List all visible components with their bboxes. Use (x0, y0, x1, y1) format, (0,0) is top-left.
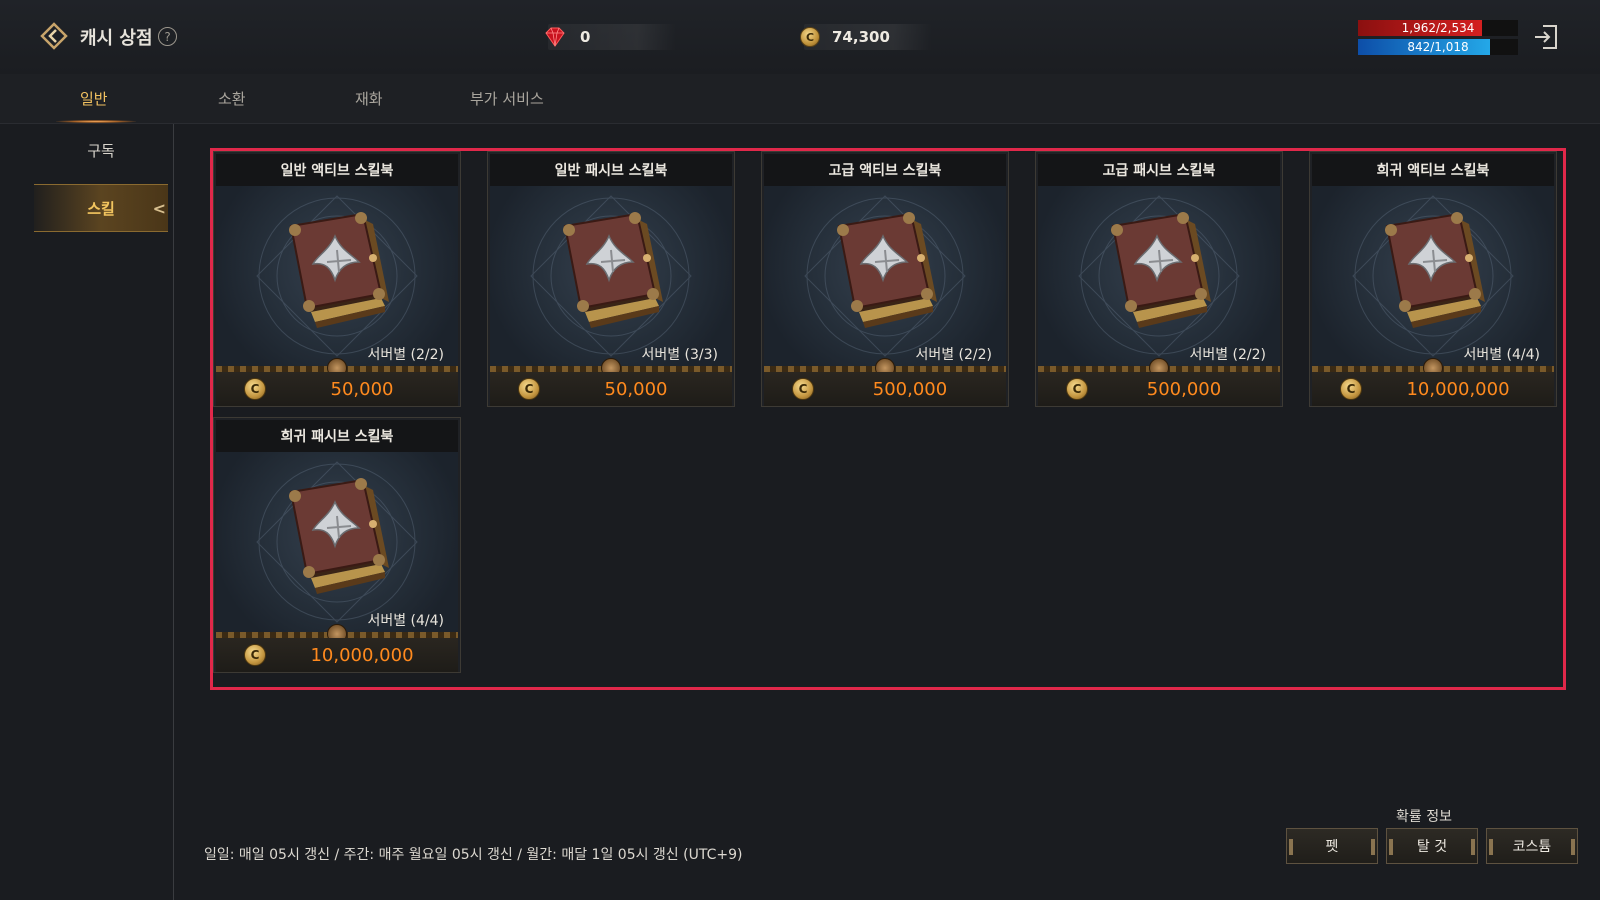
product-card[interactable]: 희귀 패시브 스킬북 서버별 (4/4) C 10,000,000 (213, 417, 461, 673)
help-icon[interactable]: ? (158, 27, 177, 46)
product-title: 희귀 패시브 스킬북 (216, 420, 458, 452)
price-bar: C 500,000 (764, 372, 1006, 406)
product-image: 서버별 (4/4) (216, 452, 458, 632)
skill-book-icon (563, 212, 663, 328)
product-card[interactable]: 고급 패시브 스킬북 서버별 (2/2) C 500,000 (1035, 151, 1283, 407)
product-price: 50,000 (604, 379, 668, 400)
status-bars: 1,962/2,534 842/1,018 (1358, 20, 1518, 58)
tab-general[interactable]: 일반 (80, 88, 108, 109)
top-bar: 캐시 상점 ? 0 C 74,300 1,962/2,534 842/1,018 (0, 0, 1600, 74)
product-grid: 일반 액티브 스킬북 서버별 (2/2) C 50,000 일반 패시브 스킬북… (210, 148, 1566, 690)
price-bar: C 500,000 (1038, 372, 1280, 406)
product-image: 서버별 (2/2) (216, 186, 458, 366)
purchase-limit: 서버별 (3/3) (641, 347, 718, 363)
purchase-limit: 서버별 (2/2) (367, 347, 444, 363)
sidebar: 구독 스킬 < (0, 124, 174, 900)
skill-book-icon (289, 478, 389, 594)
exit-button[interactable] (1531, 22, 1561, 52)
sidebar-item-skill[interactable]: 스킬 < (34, 184, 168, 232)
purchase-limit: 서버별 (2/2) (1189, 347, 1266, 363)
tab-currency[interactable]: 재화 (355, 88, 383, 109)
price-bar: C 10,000,000 (216, 638, 458, 672)
tab-extra-services[interactable]: 부가 서비스 (470, 88, 544, 109)
product-image: 서버별 (2/2) (1038, 186, 1280, 366)
prob-costume-button[interactable]: 코스튬 (1486, 828, 1578, 864)
probability-info-title: 확률 정보 (1396, 809, 1452, 825)
mp-bar: 842/1,018 (1358, 39, 1518, 55)
exit-icon (1535, 25, 1557, 49)
skill-book-icon (837, 212, 937, 328)
gold-currency: C 74,300 (800, 24, 932, 50)
prob-mount-button[interactable]: 탈 것 (1386, 828, 1478, 864)
gold-coin-icon: C (800, 27, 820, 47)
product-title: 희귀 액티브 스킬북 (1312, 154, 1554, 186)
back-button[interactable] (40, 22, 68, 50)
sidebar-item-label: 스킬 (87, 199, 115, 218)
product-title: 고급 액티브 스킬북 (764, 154, 1006, 186)
reset-schedule-note: 일일: 매일 05시 갱신 / 주간: 매주 월요일 05시 갱신 / 월간: … (204, 847, 743, 863)
product-image: 서버별 (3/3) (490, 186, 732, 366)
product-image: 서버별 (4/4) (1312, 186, 1554, 366)
product-price: 50,000 (330, 379, 394, 400)
purchase-limit: 서버별 (4/4) (367, 613, 444, 629)
product-price: 10,000,000 (310, 645, 414, 666)
product-title: 일반 액티브 스킬북 (216, 154, 458, 186)
product-card[interactable]: 희귀 액티브 스킬북 서버별 (4/4) C 10,000,000 (1309, 151, 1557, 407)
hp-bar: 1,962/2,534 (1358, 20, 1518, 36)
product-price: 500,000 (872, 379, 948, 400)
prob-pet-button[interactable]: 펫 (1286, 828, 1378, 864)
gold-amount: 74,300 (832, 28, 890, 46)
price-bar: C 10,000,000 (1312, 372, 1554, 406)
hp-text: 1,962/2,534 (1401, 21, 1475, 35)
product-card[interactable]: 일반 패시브 스킬북 서버별 (3/3) C 50,000 (487, 151, 735, 407)
product-price: 500,000 (1146, 379, 1222, 400)
active-tab-indicator (56, 120, 136, 123)
gold-coin-icon: C (1066, 378, 1088, 400)
product-title: 고급 패시브 스킬북 (1038, 154, 1280, 186)
page-title: 캐시 상점 (80, 28, 153, 49)
gold-coin-icon: C (1340, 378, 1362, 400)
skill-book-icon (1111, 212, 1211, 328)
category-tabs: 일반 소환 재화 부가 서비스 (0, 74, 1600, 124)
purchase-limit: 서버별 (4/4) (1463, 347, 1540, 363)
product-card[interactable]: 고급 액티브 스킬북 서버별 (2/2) C 500,000 (761, 151, 1009, 407)
mp-text: 842/1,018 (1407, 40, 1469, 54)
gold-coin-icon: C (518, 378, 540, 400)
purchase-limit: 서버별 (2/2) (915, 347, 992, 363)
gold-coin-icon: C (244, 644, 266, 666)
product-card[interactable]: 일반 액티브 스킬북 서버별 (2/2) C 50,000 (213, 151, 461, 407)
gem-icon (545, 27, 565, 47)
product-image: 서버별 (2/2) (764, 186, 1006, 366)
chevron-left-icon: < (152, 199, 166, 218)
product-price: 10,000,000 (1406, 379, 1510, 400)
back-arrow-icon (40, 22, 68, 50)
price-bar: C 50,000 (216, 372, 458, 406)
gem-amount: 0 (580, 28, 591, 46)
sidebar-item-subscription[interactable]: 구독 (34, 126, 168, 174)
gold-coin-icon: C (792, 378, 814, 400)
price-bar: C 50,000 (490, 372, 732, 406)
skill-book-icon (1385, 212, 1485, 328)
gold-coin-icon: C (244, 378, 266, 400)
gem-currency: 0 (545, 24, 676, 50)
tab-summon[interactable]: 소환 (218, 88, 246, 109)
skill-book-icon (289, 212, 389, 328)
product-title: 일반 패시브 스킬북 (490, 154, 732, 186)
